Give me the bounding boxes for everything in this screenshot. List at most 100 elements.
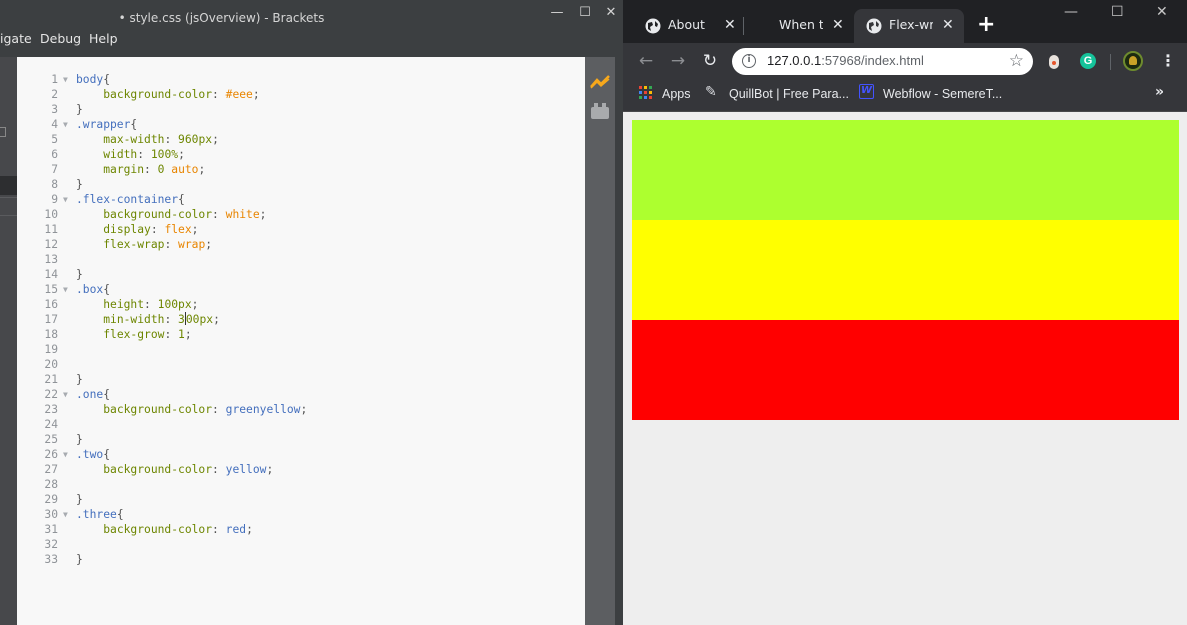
code-line[interactable]: 24 xyxy=(17,417,585,432)
code-line[interactable]: 29} xyxy=(17,492,585,507)
tab-about[interactable]: About ✕ xyxy=(625,9,743,43)
code-text[interactable]: } xyxy=(76,492,83,507)
close-icon[interactable]: ✕ xyxy=(597,3,623,23)
code-line[interactable]: 23 background-color: greenyellow; xyxy=(17,402,585,417)
code-text[interactable]: background-color: yellow; xyxy=(76,462,273,477)
bookmark-star-icon[interactable]: ☆ xyxy=(1009,51,1024,71)
url-text[interactable]: 127.0.0.1:57968/index.html xyxy=(767,53,924,68)
code-text[interactable]: max-width: 960px; xyxy=(76,132,219,147)
code-text[interactable]: } xyxy=(76,432,83,447)
code-text[interactable]: display: flex; xyxy=(76,222,198,237)
code-line[interactable]: 20 xyxy=(17,357,585,372)
code-line[interactable]: 26 ▼ .two{ xyxy=(17,447,585,462)
code-line[interactable]: 27 background-color: yellow; xyxy=(17,462,585,477)
code-line[interactable]: 15 ▼ .box{ xyxy=(17,282,585,297)
close-tab-icon[interactable]: ✕ xyxy=(724,17,736,33)
code-line[interactable]: 9 ▼ .flex-container{ xyxy=(17,192,585,207)
close-icon[interactable]: ✕ xyxy=(1156,4,1168,20)
code-line[interactable]: 17 min-width: 300px; xyxy=(17,312,585,327)
code-line[interactable]: 1 ▼ body{ xyxy=(17,72,585,87)
code-text[interactable]: .wrapper{ xyxy=(76,117,137,132)
code-line[interactable]: 31 background-color: red; xyxy=(17,522,585,537)
maximize-icon[interactable]: ☐ xyxy=(1111,4,1124,20)
profile-avatar[interactable] xyxy=(1123,51,1143,71)
tab-flex-wrap[interactable]: Flex-wra ✕ xyxy=(854,9,964,43)
split-view-icon[interactable] xyxy=(0,127,6,137)
forward-arrow-icon[interactable]: → xyxy=(668,51,688,71)
grammarly-icon[interactable]: G xyxy=(1080,53,1096,69)
code-line[interactable]: 32 xyxy=(17,537,585,552)
code-line[interactable]: 14} xyxy=(17,267,585,282)
code-text[interactable]: background-color: greenyellow; xyxy=(76,402,307,417)
live-preview-icon[interactable] xyxy=(590,75,610,89)
code-line[interactable]: 12 flex-wrap: wrap; xyxy=(17,237,585,252)
code-line[interactable]: 33} xyxy=(17,552,585,567)
code-text[interactable]: } xyxy=(76,552,83,567)
code-text[interactable]: background-color: white; xyxy=(76,207,266,222)
close-tab-icon[interactable]: ✕ xyxy=(832,17,844,33)
code-line[interactable]: 28 xyxy=(17,477,585,492)
fold-arrow-icon[interactable]: ▼ xyxy=(63,282,68,297)
code-line[interactable]: 13 xyxy=(17,252,585,267)
code-line[interactable]: 16 height: 100px; xyxy=(17,297,585,312)
new-tab-button[interactable]: + xyxy=(977,14,995,36)
menu-debug[interactable]: Debug xyxy=(40,30,81,48)
code-text[interactable]: } xyxy=(76,372,83,387)
apps-icon[interactable] xyxy=(639,86,652,99)
code-line[interactable]: 6 width: 100%; xyxy=(17,147,585,162)
code-line[interactable]: 4 ▼ .wrapper{ xyxy=(17,117,585,132)
menu-navigate[interactable]: igate xyxy=(0,30,32,48)
code-line[interactable]: 22 ▼ .one{ xyxy=(17,387,585,402)
code-lines[interactable]: 1 ▼ body{2 background-color: #eee; 3} 4 ▼ .wra… xyxy=(17,72,585,567)
code-text[interactable]: background-color: red; xyxy=(76,522,253,537)
code-text[interactable]: margin: 0 auto; xyxy=(76,162,205,177)
code-text[interactable]: flex-grow: 1; xyxy=(76,327,191,342)
minimize-icon[interactable]: — xyxy=(543,3,571,23)
code-line[interactable]: 3} xyxy=(17,102,585,117)
fold-arrow-icon[interactable]: ▼ xyxy=(63,387,68,402)
code-text[interactable]: .box{ xyxy=(76,282,110,297)
more-menu-icon[interactable]: ⋮ xyxy=(1160,51,1176,71)
code-text[interactable]: min-width: 300px; xyxy=(76,312,220,327)
more-bookmarks-icon[interactable]: » xyxy=(1155,84,1164,100)
info-icon[interactable]: i xyxy=(742,54,756,68)
code-line[interactable]: 30 ▼ .three{ xyxy=(17,507,585,522)
code-text[interactable]: body{ xyxy=(76,72,110,87)
fold-arrow-icon[interactable]: ▼ xyxy=(63,447,68,462)
code-text[interactable]: width: 100%; xyxy=(76,147,185,162)
code-text[interactable]: } xyxy=(76,177,83,192)
code-text[interactable]: } xyxy=(76,102,83,117)
code-text[interactable]: height: 100px; xyxy=(76,297,198,312)
code-line[interactable]: 21} xyxy=(17,372,585,387)
code-line[interactable]: 7 margin: 0 auto; xyxy=(17,162,585,177)
minimize-icon[interactable]: — xyxy=(1064,4,1078,20)
extension-manager-icon[interactable] xyxy=(591,103,609,119)
menu-help[interactable]: Help xyxy=(89,30,118,48)
sidebar-selected-file[interactable] xyxy=(0,176,17,195)
code-text[interactable]: .two{ xyxy=(76,447,110,462)
fold-arrow-icon[interactable]: ▼ xyxy=(63,507,68,522)
maximize-icon[interactable]: ☐ xyxy=(571,3,599,23)
tab-when-to[interactable]: When to ✕ xyxy=(745,9,853,43)
code-line[interactable]: 25} xyxy=(17,432,585,447)
code-text[interactable]: background-color: #eee; xyxy=(76,87,259,102)
code-line[interactable]: 5 max-width: 960px; xyxy=(17,132,585,147)
code-line[interactable]: 18 flex-grow: 1; xyxy=(17,327,585,342)
fold-arrow-icon[interactable]: ▼ xyxy=(63,192,68,207)
fold-arrow-icon[interactable]: ▼ xyxy=(63,117,68,132)
code-editor[interactable]: 1 ▼ body{2 background-color: #eee; 3} 4 ▼ .wra… xyxy=(17,57,585,625)
code-text[interactable]: flex-wrap: wrap; xyxy=(76,237,212,252)
code-line[interactable]: 8} xyxy=(17,177,585,192)
code-line[interactable]: 2 background-color: #eee; xyxy=(17,87,585,102)
reload-icon[interactable]: ↻ xyxy=(700,51,720,71)
back-arrow-icon[interactable]: ← xyxy=(636,51,656,71)
code-text[interactable]: .flex-container{ xyxy=(76,192,185,207)
close-tab-icon[interactable]: ✕ xyxy=(942,17,954,33)
code-line[interactable]: 11 display: flex; xyxy=(17,222,585,237)
code-text[interactable]: .three{ xyxy=(76,507,124,522)
code-text[interactable]: } xyxy=(76,267,83,282)
extension-icon[interactable] xyxy=(1049,55,1059,69)
address-bar[interactable]: i 127.0.0.1:57968/index.html ☆ xyxy=(732,48,1033,75)
code-text[interactable]: .one{ xyxy=(76,387,110,402)
fold-arrow-icon[interactable]: ▼ xyxy=(63,72,68,87)
